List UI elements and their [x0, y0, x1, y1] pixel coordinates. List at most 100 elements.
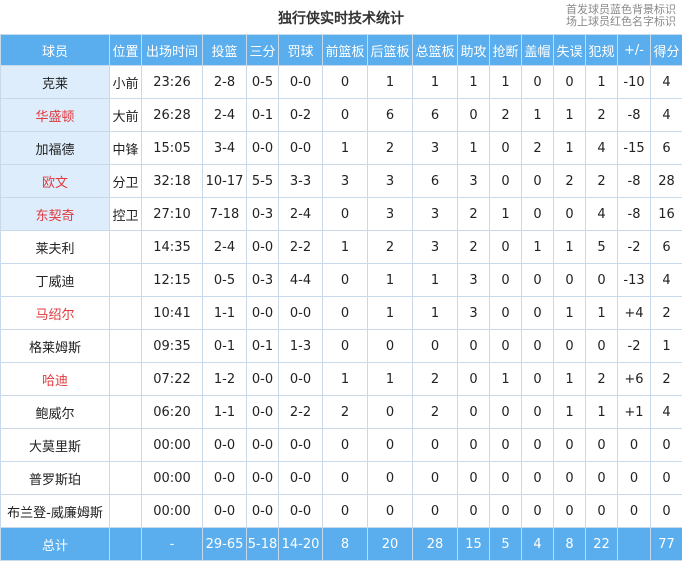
- stat-tov: 2: [553, 164, 586, 198]
- stat-ast: 0: [457, 428, 490, 462]
- stat-pm: 0: [617, 428, 651, 462]
- total-oreb: 8: [322, 527, 368, 561]
- stat-fg: 1-2: [202, 362, 247, 396]
- player-rows: 克莱 小前 23:26 2-8 0-5 0-0 0 1 1 1 1 0 0 1 -10 4 华盛顿 大前 26:28…: [0, 65, 682, 528]
- player-name[interactable]: 欧文: [0, 164, 110, 198]
- stat-stl: 0: [489, 263, 522, 297]
- table-row: 格莱姆斯 09:35 0-1 0-1 1-3 0 0 0 0 0 0 0 0 -2 1: [0, 329, 682, 363]
- stat-tp: 0-3: [246, 197, 279, 231]
- stat-pf: 0: [585, 329, 618, 363]
- player-name[interactable]: 格莱姆斯: [0, 329, 110, 363]
- stat-pts: 2: [650, 296, 682, 330]
- player-name[interactable]: 马绍尔: [0, 296, 110, 330]
- stat-dreb: 1: [367, 296, 413, 330]
- title-bar: 独行侠实时技术统计 首发球员蓝色背景标识 场上球员红色名字标识: [0, 0, 682, 34]
- player-name[interactable]: 莱夫利: [0, 230, 110, 264]
- stat-pts: 16: [650, 197, 682, 231]
- stat-fg: 2-4: [202, 98, 247, 132]
- stat-reb: 0: [412, 428, 458, 462]
- stat-tov: 0: [553, 461, 586, 495]
- stat-reb: 1: [412, 296, 458, 330]
- player-name[interactable]: 华盛顿: [0, 98, 110, 132]
- stat-pf: 5: [585, 230, 618, 264]
- table-row: 普罗斯珀 00:00 0-0 0-0 0-0 0 0 0 0 0 0 0 0 0 0: [0, 461, 682, 495]
- stat-tov: 0: [553, 263, 586, 297]
- stat-ft: 0-0: [278, 131, 323, 165]
- stat-ft: 0-0: [278, 461, 323, 495]
- stat-reb: 3: [412, 131, 458, 165]
- player-name[interactable]: 鲍威尔: [0, 395, 110, 429]
- stat-min: 27:10: [141, 197, 203, 231]
- column-header: 前篮板: [322, 34, 368, 66]
- stat-blk: 2: [521, 131, 554, 165]
- stat-tov: 1: [553, 296, 586, 330]
- table-row: 华盛顿 大前 26:28 2-4 0-1 0-2 0 6 6 0 2 1 1 2 -8 4: [0, 98, 682, 132]
- stat-ast: 3: [457, 164, 490, 198]
- stat-pts: 28: [650, 164, 682, 198]
- table-row: 丁威迪 12:15 0-5 0-3 4-4 0 1 1 3 0 0 0 0 -13 4: [0, 263, 682, 297]
- stat-ft: 0-0: [278, 428, 323, 462]
- stat-ast: 1: [457, 131, 490, 165]
- player-name[interactable]: 加福德: [0, 131, 110, 165]
- table-row: 鲍威尔 06:20 1-1 0-0 2-2 2 0 2 0 0 0 1 1 +1 4: [0, 395, 682, 429]
- stat-ft: 4-4: [278, 263, 323, 297]
- stat-blk: 0: [521, 428, 554, 462]
- table-row: 布兰登-威廉姆斯 00:00 0-0 0-0 0-0 0 0 0 0 0 0 0 0 0 0: [0, 494, 682, 528]
- stat-tov: 1: [553, 98, 586, 132]
- stat-stl: 1: [489, 197, 522, 231]
- column-header: 得分: [650, 34, 682, 66]
- stat-pf: 0: [585, 263, 618, 297]
- stat-reb: 6: [412, 98, 458, 132]
- stat-reb: 0: [412, 494, 458, 528]
- stat-min: 07:22: [141, 362, 203, 396]
- total-blk: 4: [521, 527, 554, 561]
- stat-pm: -2: [617, 329, 651, 363]
- stats-table: 球员 位置 出场时间 投篮 三分 罚球 前篮板 后篮板 总篮板 助攻 抢断 盖帽 失误 犯规 +/- 得分 克…: [0, 34, 682, 561]
- total-stl: 5: [489, 527, 522, 561]
- player-name[interactable]: 大莫里斯: [0, 428, 110, 462]
- table-row: 莱夫利 14:35 2-4 0-0 2-2 1 2 3 2 0 1 1 5 -2 6: [0, 230, 682, 264]
- stat-dreb: 1: [367, 65, 413, 99]
- stat-ast: 1: [457, 65, 490, 99]
- stat-tp: 0-0: [246, 461, 279, 495]
- stat-oreb: 0: [322, 197, 368, 231]
- player-name[interactable]: 东契奇: [0, 197, 110, 231]
- stat-ft: 1-3: [278, 329, 323, 363]
- stat-oreb: 0: [322, 263, 368, 297]
- stat-tov: 0: [553, 428, 586, 462]
- stat-oreb: 0: [322, 65, 368, 99]
- stat-tp: 0-0: [246, 362, 279, 396]
- stat-pos: [109, 329, 142, 363]
- player-name[interactable]: 丁威迪: [0, 263, 110, 297]
- stat-fg: 10-17: [202, 164, 247, 198]
- player-name[interactable]: 哈迪: [0, 362, 110, 396]
- stat-ast: 0: [457, 329, 490, 363]
- stat-pm: -13: [617, 263, 651, 297]
- stat-pos: [109, 428, 142, 462]
- stat-tov: 1: [553, 131, 586, 165]
- stat-tp: 0-0: [246, 395, 279, 429]
- stat-tov: 1: [553, 362, 586, 396]
- player-name[interactable]: 普罗斯珀: [0, 461, 110, 495]
- stat-ast: 0: [457, 362, 490, 396]
- stat-fg: 0-5: [202, 263, 247, 297]
- stat-reb: 1: [412, 65, 458, 99]
- total-empty: [109, 527, 142, 561]
- stat-pm: 0: [617, 494, 651, 528]
- column-header: 助攻: [457, 34, 490, 66]
- total-fg: 29-65: [202, 527, 247, 561]
- stat-reb: 0: [412, 461, 458, 495]
- player-name[interactable]: 克莱: [0, 65, 110, 99]
- stat-pf: 2: [585, 164, 618, 198]
- stat-pm: +4: [617, 296, 651, 330]
- stat-pf: 0: [585, 494, 618, 528]
- legend-on-court-note: 场上球员红色名字标识: [566, 15, 676, 28]
- player-name[interactable]: 布兰登-威廉姆斯: [0, 494, 110, 528]
- stat-reb: 1: [412, 263, 458, 297]
- stat-tov: 1: [553, 230, 586, 264]
- stat-pf: 2: [585, 362, 618, 396]
- stat-ast: 3: [457, 296, 490, 330]
- stat-fg: 0-0: [202, 494, 247, 528]
- column-header: 抢断: [489, 34, 522, 66]
- stat-ft: 0-2: [278, 98, 323, 132]
